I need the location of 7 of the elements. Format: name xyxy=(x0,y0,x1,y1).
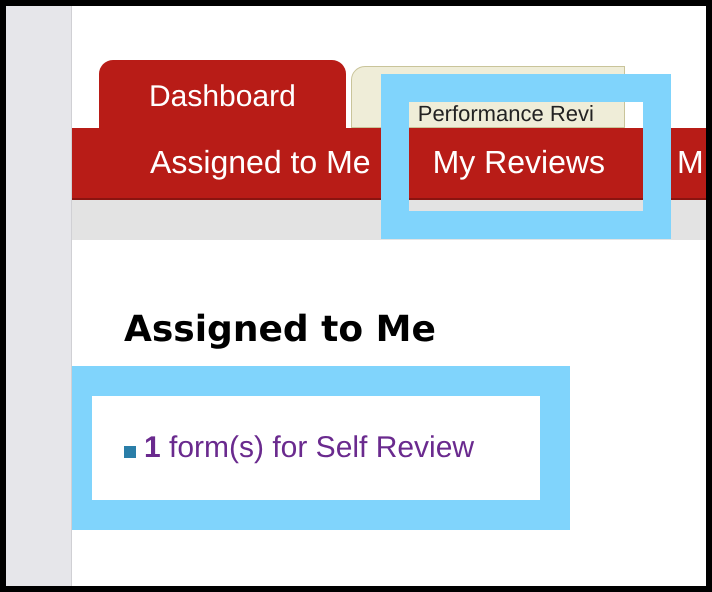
submenu-link[interactable]: M xyxy=(677,144,704,180)
bullet-icon xyxy=(124,446,136,458)
submenu-link[interactable]: My Reviews xyxy=(432,144,606,180)
tab[interactable]: Dashboard xyxy=(99,60,346,128)
page-heading: Assigned to Me xyxy=(124,312,437,348)
submenu-link[interactable]: Assigned to Me xyxy=(150,144,371,180)
review-link[interactable]: 1 form(s) for Self Review xyxy=(144,433,474,463)
